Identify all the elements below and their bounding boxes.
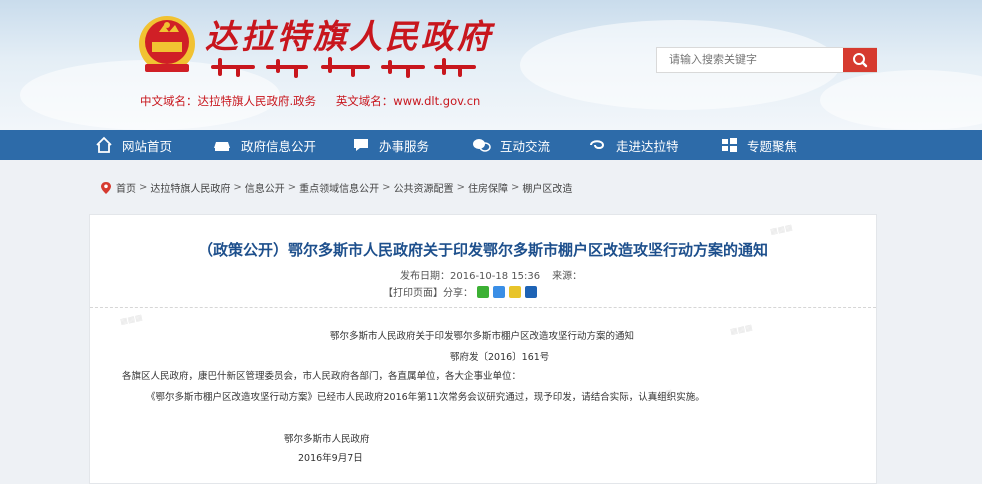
share-label: 分享：	[443, 288, 473, 299]
renren-icon[interactable]	[525, 285, 537, 298]
doc-recipients: 各旗区人民政府，康巴什新区管理委员会，市人民政府各部门，各直属单位，各大企事业单…	[122, 371, 522, 382]
doc-sign-date: 2016年9月7日	[298, 453, 363, 464]
search-box	[656, 47, 877, 73]
site-title: 达拉特旗人民政府	[205, 17, 493, 56]
breadcrumb-info[interactable]: 信息公开	[245, 180, 285, 195]
doc-title: 鄂尔多斯市人民政府关于印发鄂尔多斯市棚户区改造攻坚行动方案的通知	[330, 331, 635, 342]
breadcrumb-home[interactable]: 首页	[116, 180, 136, 195]
publish-date: 2016-10-18 15:36	[450, 271, 541, 282]
nav-label: 互动交流	[500, 138, 551, 154]
nav-item-about-dlt[interactable]: 走进达拉特	[587, 130, 679, 160]
site-header: 达拉特旗人民政府 中文域名：达拉特旗人民政府.政务 英文域名：www.dlt.g…	[0, 0, 982, 130]
national-emblem-icon	[139, 16, 195, 72]
search-icon	[853, 53, 868, 68]
breadcrumb-separator: >	[139, 182, 148, 193]
breadcrumb-key-info[interactable]: 重点领域信息公开	[299, 180, 379, 195]
en-domain: 英文域名：www.dlt.gov.cn	[335, 94, 481, 108]
nav-label: 专题聚焦	[747, 138, 798, 154]
search-button[interactable]	[843, 48, 877, 72]
breadcrumb-separator: >	[233, 182, 242, 193]
windows-icon	[722, 138, 737, 152]
doc-body: 《鄂尔多斯市棚户区改造攻坚行动方案》已经市人民政府2016年第11次常务会议研究…	[146, 392, 705, 403]
watermark: ▦▦▦	[769, 222, 794, 237]
nav-item-gov-info[interactable]: 政府信息公开	[212, 130, 316, 160]
article-title: （政策公开）鄂尔多斯市人民政府关于印发鄂尔多斯市棚户区改造攻坚行动方案的通知	[197, 241, 768, 259]
doc-signer: 鄂尔多斯市人民政府	[284, 434, 370, 445]
source-label: 来源：	[552, 271, 583, 282]
location-pin-icon	[101, 181, 111, 194]
chat-icon	[354, 139, 368, 151]
cn-domain: 中文域名：达拉特旗人民政府.政务	[140, 94, 317, 108]
breadcrumb-shantytown[interactable]: 棚户区改造	[522, 180, 572, 195]
breadcrumb-public-resources[interactable]: 公共资源配置	[394, 180, 454, 195]
watermark: ▦▦▦	[729, 322, 754, 337]
main-nav: 网站首页 政府信息公开 办事服务 互动交流 走进达拉特 专题聚焦	[0, 130, 982, 160]
breadcrumb-gov[interactable]: 达拉特旗人民政府	[150, 180, 230, 195]
domain-info: 中文域名：达拉特旗人民政府.政务 英文域名：www.dlt.gov.cn	[140, 93, 496, 109]
nav-item-home[interactable]: 网站首页	[95, 130, 172, 160]
breadcrumb-separator: >	[456, 182, 465, 193]
share-bar: 【打印页面】 分享：	[383, 284, 537, 299]
nav-label: 办事服务	[379, 138, 430, 154]
nav-item-services[interactable]: 办事服务	[352, 130, 429, 160]
nav-label: 政府信息公开	[241, 138, 317, 154]
mongolian-script-title	[211, 57, 476, 78]
car-icon	[214, 142, 230, 151]
divider	[90, 307, 876, 308]
weibo-icon[interactable]	[509, 285, 521, 298]
date-label: 发布日期：	[400, 271, 450, 282]
cloud-decoration	[820, 70, 982, 130]
nav-item-topics[interactable]: 专题聚焦	[720, 130, 797, 160]
watermark: ▦▦▦	[119, 312, 144, 327]
breadcrumb-separator: >	[510, 182, 520, 193]
home-icon	[96, 136, 112, 153]
print-page-link[interactable]: 【打印页面】	[383, 284, 443, 299]
swirl-icon	[590, 140, 605, 149]
article-meta: 发布日期：2016-10-18 15:36 来源：	[400, 267, 582, 282]
search-input[interactable]	[657, 48, 840, 72]
breadcrumb: 首页 > 达拉特旗人民政府 > 信息公开 > 重点领域信息公开 > 公共资源配置 > 住房…	[100, 180, 572, 195]
nav-label: 网站首页	[122, 138, 173, 154]
nav-label: 走进达拉特	[616, 138, 679, 154]
doc-number: 鄂府发〔2016〕161号	[450, 352, 550, 363]
breadcrumb-housing[interactable]: 住房保障	[468, 180, 508, 195]
wechat-icon[interactable]	[477, 285, 489, 298]
nav-item-interaction[interactable]: 互动交流	[471, 130, 550, 160]
breadcrumb-separator: >	[382, 182, 391, 193]
breadcrumb-separator: >	[287, 182, 297, 193]
bubbles-icon	[473, 139, 491, 152]
qzone-icon[interactable]	[493, 285, 505, 298]
article-panel: ▦▦▦ ▦▦▦ ▦▦▦ ▦▦▦ （政策公开）鄂尔多斯市人民政府关于印发鄂尔多斯市…	[89, 214, 877, 484]
